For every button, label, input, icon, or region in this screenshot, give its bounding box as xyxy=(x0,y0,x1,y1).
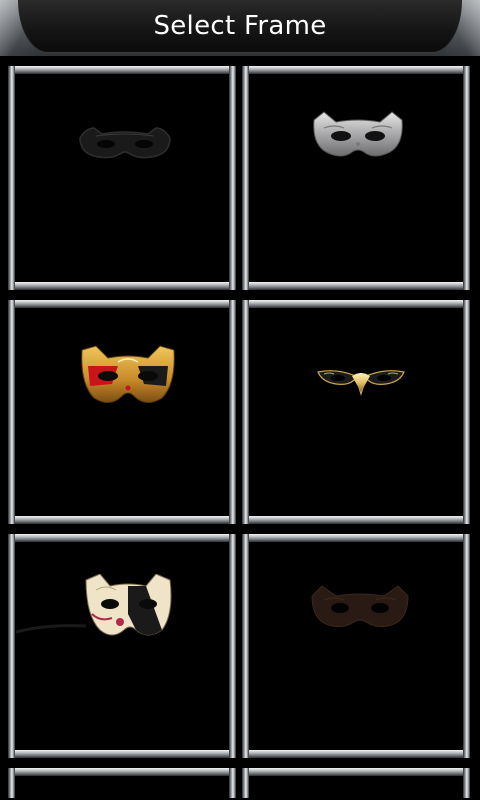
tile-frame-right xyxy=(463,768,470,798)
tile-frame-bottom xyxy=(8,750,236,758)
tile-frame-bottom xyxy=(242,750,470,758)
tile-frame-bottom xyxy=(242,516,470,524)
tile-frame-top xyxy=(242,300,470,308)
tile-frame-right xyxy=(463,66,470,290)
tile-frame-left xyxy=(242,66,249,290)
gold-slim-mask-icon xyxy=(316,364,406,396)
tile-frame-right xyxy=(229,768,236,798)
tile-frame-right xyxy=(229,534,236,758)
tile-frame-right xyxy=(229,66,236,290)
tile-frame-bottom xyxy=(8,282,236,290)
tile-frame-right xyxy=(463,534,470,758)
cream-harlequin-cat-mask-icon xyxy=(16,574,176,644)
page-title: Select Frame xyxy=(153,11,327,41)
brown-cat-mask-icon xyxy=(310,584,410,630)
black-cat-mask-icon xyxy=(76,122,174,164)
frame-tile-1[interactable] xyxy=(8,66,236,290)
frame-tile-5[interactable] xyxy=(8,534,236,758)
frame-tile-2[interactable] xyxy=(242,66,470,290)
frame-tile-3[interactable] xyxy=(8,300,236,524)
tile-frame-top xyxy=(8,300,236,308)
tile-frame-top xyxy=(8,768,236,776)
frame-tile-7-partial[interactable] xyxy=(8,768,236,798)
tile-frame-left xyxy=(242,534,249,758)
tile-frame-left xyxy=(8,66,15,290)
tile-frame-top xyxy=(242,66,470,74)
tile-frame-left xyxy=(8,534,15,758)
tile-frame-right xyxy=(229,300,236,524)
tile-frame-bottom xyxy=(8,516,236,524)
tile-frame-bottom xyxy=(242,282,470,290)
red-gold-harlequin-mask-icon xyxy=(78,344,178,410)
silver-cat-mask-icon xyxy=(310,110,406,164)
tile-frame-top xyxy=(242,534,470,542)
tile-frame-left xyxy=(8,300,15,524)
frame-tile-4[interactable] xyxy=(242,300,470,524)
tile-frame-left xyxy=(8,768,15,798)
frame-tile-6[interactable] xyxy=(242,534,470,758)
tile-frame-top xyxy=(242,768,470,776)
app-root: Select Frame xyxy=(0,0,480,800)
tile-frame-top xyxy=(8,534,236,542)
tile-frame-right xyxy=(463,300,470,524)
tile-frame-top xyxy=(8,66,236,74)
header-bar: Select Frame xyxy=(0,0,480,56)
tile-frame-left xyxy=(242,768,249,798)
frame-tile-8-partial[interactable] xyxy=(242,768,470,798)
frame-grid[interactable] xyxy=(0,56,480,800)
tile-frame-left xyxy=(242,300,249,524)
